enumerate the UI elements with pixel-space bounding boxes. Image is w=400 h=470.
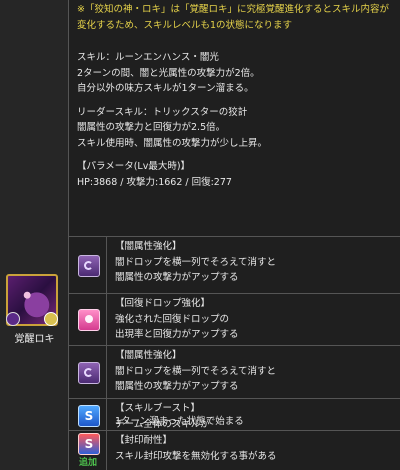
added-tag: 追加 <box>78 458 97 468</box>
awakening-desc: 闇属性の攻撃力がアップする <box>115 381 239 392</box>
parameters-title: 【パラメータ(Lv最大時)】 <box>77 161 191 172</box>
awakening-title: 【闇属性強化】 <box>115 241 182 252</box>
awakening-row: 【回復ドロップ強化】 強化された回復ドロップの 出現率と回復力がアップする <box>69 293 400 345</box>
notice-text: ※「狡知の神・ロキ」は「覚醒ロキ」に究極覚醒進化するとスキル内容が変化するため、… <box>77 4 389 31</box>
awakening-row: 【闇属性強化】 闇ドロップを横一列でそろえて消すと 闇属性の攻撃力がアップする <box>69 345 400 398</box>
awakening-desc: 闇ドロップを横一列でそろえて消すと <box>115 256 277 268</box>
sub-attribute-badge-icon <box>44 312 58 326</box>
skill-name: スキル：ルーンエンハンス・闇光 <box>77 52 219 63</box>
heal-drop-enhance-icon[interactable] <box>78 309 100 331</box>
awakening-desc: 出現率と回復力がアップする <box>115 329 239 340</box>
info-column: ※「狡知の神・ロキ」は「覚醒ロキ」に究極覚醒進化するとスキル内容が変化するため、… <box>69 0 400 190</box>
skill-boost-icon[interactable]: S <box>78 405 100 427</box>
leader-skill-effect-2: スキル使用時、闇属性の攻撃力が少し上昇。 <box>77 137 268 149</box>
skill-effect-2: 自分以外の味方スキルが1ターン溜まる。 <box>77 83 254 94</box>
awakening-title: 【闇属性強化】 <box>115 350 182 361</box>
character-column: 覚醒ロキ <box>0 0 69 470</box>
awakening-desc: 闇属性の攻撃力がアップする <box>115 272 239 283</box>
monster-detail-panel: 覚醒ロキ ※「狡知の神・ロキ」は「覚醒ロキ」に究極覚醒進化するとスキル内容が変化… <box>0 0 400 470</box>
leader-skill-effect: 闇属性の攻撃力と回復力が2.5倍。 <box>77 122 226 133</box>
awakening-title: 【回復ドロップ強化】 <box>115 298 211 309</box>
awakening-desc: 闇ドロップを横一列でそろえて消すと <box>115 365 277 377</box>
awakening-title: 【封印耐性】 <box>115 435 173 446</box>
awakening-desc: スキル封印攻撃を無効化する事がある <box>115 450 277 462</box>
skill-effect: 2ターンの間、闇と光属性の攻撃力が2倍。 <box>77 67 260 79</box>
character-name: 覚醒ロキ <box>14 334 55 345</box>
leader-skill-section: リーダースキル：トリックスターの狡計 闇属性の攻撃力と回復力が2.5倍。 スキル… <box>69 105 400 152</box>
leader-skill-name: リーダースキル：トリックスターの狡計 <box>77 106 248 118</box>
parameters-stats: HP:3868 / 攻撃力:1662 / 回復:277 <box>77 176 232 188</box>
seal-resist-icon[interactable]: S <box>78 433 100 455</box>
dark-enhance-icon[interactable] <box>78 362 100 384</box>
awakening-desc: 1ターン溜まった状態で始まる <box>115 416 244 427</box>
parameters-section: 【パラメータ(Lv最大時)】 HP:3868 / 攻撃力:1662 / 回復:2… <box>69 159 400 190</box>
character-avatar[interactable] <box>6 274 58 326</box>
awakening-desc: 強化された回復ドロップの <box>115 313 230 325</box>
awakening-row: S 追加 【封印耐性】 スキル封印攻撃を無効化する事がある <box>69 430 400 470</box>
skill-section: スキル：ルーンエンハンス・闇光 2ターンの間、闇と光属性の攻撃力が2倍。 自分以… <box>69 50 400 97</box>
attribute-badge-icon <box>6 312 20 326</box>
dark-enhance-icon[interactable] <box>78 255 100 277</box>
awakening-row: 【闇属性強化】 闇ドロップを横一列でそろえて消すと 闇属性の攻撃力がアップする <box>69 236 400 293</box>
